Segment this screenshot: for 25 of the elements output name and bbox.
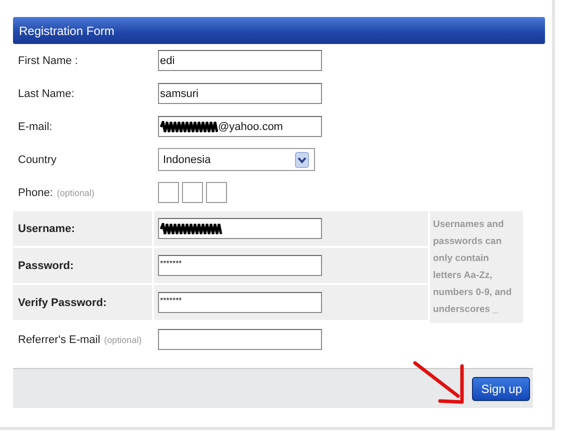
input-field[interactable]: samsuri bbox=[158, 83, 322, 104]
field-label: Username: bbox=[18, 222, 75, 234]
field-label: Country bbox=[18, 154, 57, 166]
field-label: E-mail: bbox=[18, 120, 52, 132]
phone-part-field[interactable] bbox=[182, 182, 203, 203]
sign-up-button[interactable]: Sign up bbox=[472, 376, 530, 400]
field-label: Verify Password: bbox=[18, 296, 107, 308]
optional-note: (optional) bbox=[104, 334, 142, 344]
input-field[interactable]: ******* bbox=[158, 255, 322, 276]
input-field[interactable] bbox=[158, 218, 322, 239]
input-field[interactable]: @yahoo.com bbox=[158, 116, 322, 137]
optional-note: (optional) bbox=[56, 188, 94, 198]
field-label: First Name : bbox=[18, 54, 78, 66]
field-label: Phone: bbox=[18, 186, 53, 198]
phone-part-field[interactable] bbox=[206, 182, 227, 203]
field-label: Password: bbox=[18, 260, 74, 272]
country-dropdown[interactable]: Indonesia bbox=[158, 148, 315, 171]
field-label: Referrer's E-mail bbox=[18, 334, 100, 346]
input-field[interactable]: edi bbox=[158, 50, 322, 71]
hint-text: Usernames and passwords can only contain letters Aa-Zz, numbers 0-9, and underscores _ bbox=[433, 218, 513, 317]
input-field[interactable] bbox=[158, 329, 322, 350]
phone-part-field[interactable] bbox=[158, 182, 179, 203]
form-title: Registration Form bbox=[19, 24, 114, 38]
field-label: Last Name: bbox=[18, 88, 74, 100]
input-field[interactable]: ******* bbox=[158, 292, 322, 313]
